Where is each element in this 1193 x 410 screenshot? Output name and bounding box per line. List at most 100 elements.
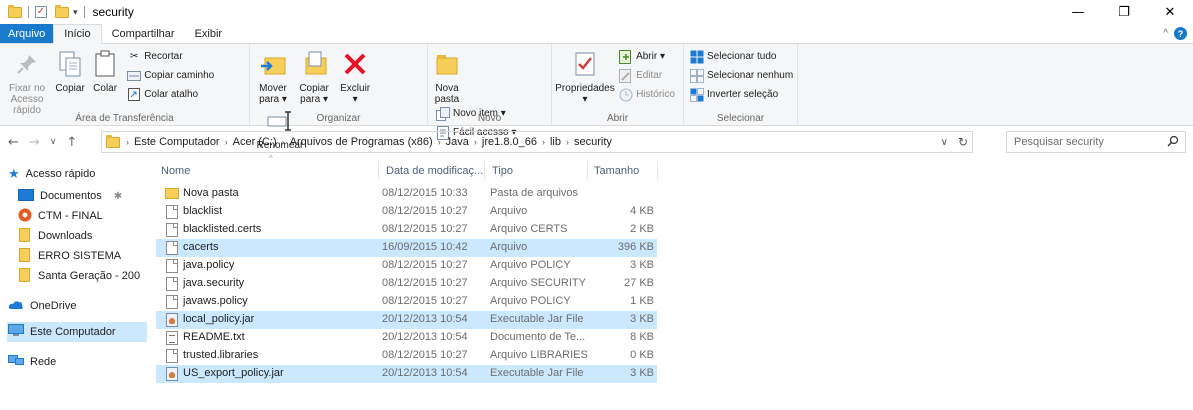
network-icon — [8, 354, 24, 370]
select-all-button[interactable]: Selecionar tudo — [690, 48, 793, 65]
scissors-icon: ✂ — [129, 51, 139, 62]
nav-item-documents[interactable]: Documentos ✱ — [18, 186, 122, 206]
breadcrumb-item[interactable]: Arquivos de Programas (x86) — [287, 136, 436, 148]
up-arrow-icon[interactable]: ↑ — [66, 135, 77, 150]
collapse-ribbon-icon[interactable]: ^ — [1163, 28, 1168, 39]
new-folder-button[interactable]: Nova pasta — [432, 48, 462, 105]
column-header-size[interactable]: Tamanho — [594, 160, 654, 182]
documents-icon — [18, 188, 34, 204]
file-icon — [166, 223, 178, 237]
breadcrumb-item[interactable]: Java — [443, 136, 472, 148]
folder-icon — [18, 227, 32, 245]
breadcrumb-item[interactable]: lib — [547, 136, 564, 148]
nav-item-onedrive[interactable]: OneDrive — [8, 296, 76, 316]
navigation-buttons: ← → ∨ ↑ — [8, 135, 77, 150]
close-button[interactable]: ✕ — [1147, 0, 1193, 24]
breadcrumb-item[interactable]: security — [571, 136, 615, 148]
navigation-pane: ★ Acesso rápido Documentos ✱ CTM - FINAL… — [0, 160, 148, 410]
open-group-label: Abrir — [606, 113, 629, 124]
invert-selection-button[interactable]: Inverter seleção — [690, 86, 793, 103]
new-folder-icon[interactable] — [55, 4, 69, 18]
table-row[interactable]: cacerts 16/09/2015 10:42 Arquivo 396 KB — [156, 239, 657, 257]
recent-locations-icon[interactable]: ∨ — [50, 137, 57, 147]
breadcrumb-item[interactable]: Acer (C:) — [230, 136, 280, 148]
select-none-button[interactable]: Selecionar nenhum — [690, 67, 793, 84]
properties-button[interactable]: Propriedades ▾ — [555, 48, 615, 105]
search-box[interactable] — [1006, 131, 1186, 153]
table-row[interactable]: blacklist 08/12/2015 10:27 Arquivo 4 KB — [156, 203, 657, 221]
table-row[interactable]: US_export_policy.jar 20/12/2013 10:54 Ex… — [156, 365, 657, 383]
select-none-icon — [690, 68, 704, 83]
breadcrumb-item[interactable]: jre1.8.0_66 — [479, 136, 540, 148]
refresh-icon[interactable]: ↻ — [958, 135, 968, 149]
open-button[interactable]: Abrir ▾ — [619, 48, 675, 65]
divider — [378, 162, 379, 180]
tab-home[interactable]: Início — [53, 24, 102, 44]
nav-item-santa-geracao[interactable]: Santa Geração - 200 — [18, 266, 148, 286]
copy-path-button[interactable]: Copiar caminho — [127, 67, 214, 84]
column-header-name[interactable]: Nome — [161, 160, 376, 182]
search-icon — [1167, 135, 1179, 150]
copy-to-button[interactable]: Copiar para ▾ — [295, 48, 333, 105]
edit-button[interactable]: Editar — [619, 67, 675, 84]
pin-quick-access-button[interactable]: Fixar no Acesso rápido — [4, 48, 50, 116]
table-row[interactable]: javaws.policy 08/12/2015 10:27 Arquivo P… — [156, 293, 657, 311]
window-controls: — ❐ ✕ — [1055, 0, 1193, 24]
address-row: ← → ∨ ↑ › Este Computador › Acer (C:) › … — [0, 131, 1193, 153]
nav-item-ctm-final[interactable]: CTM - FINAL — [18, 206, 103, 226]
text-file-icon — [166, 331, 178, 345]
help-icon[interactable]: ? — [1174, 27, 1187, 40]
file-icon — [166, 295, 178, 309]
back-arrow-icon[interactable]: ← — [8, 135, 19, 150]
customize-toolbar-icon[interactable]: ▾ — [73, 7, 78, 18]
select-small-buttons: Selecionar tudo Selecionar nenhum Invert… — [690, 48, 793, 103]
paste-button[interactable]: Colar — [90, 48, 120, 94]
file-icon — [166, 241, 178, 255]
delete-icon — [339, 48, 371, 80]
divider — [484, 162, 485, 180]
nav-item-network[interactable]: Rede — [8, 352, 56, 372]
minimize-button[interactable]: — — [1055, 0, 1101, 24]
new-group-label: Novo — [477, 113, 502, 124]
table-row[interactable]: README.txt 20/12/2013 10:54 Documento de… — [156, 329, 657, 347]
maximize-button[interactable]: ❐ — [1101, 0, 1147, 24]
divider — [83, 6, 85, 18]
nav-item-erro-sistema[interactable]: ERRO SISTEMA — [18, 246, 121, 266]
table-row[interactable]: Nova pasta 08/12/2015 10:33 Pasta de arq… — [156, 185, 657, 203]
clipboard-group-label: Área de Transferência — [75, 113, 174, 124]
tab-view[interactable]: Exibir — [185, 24, 233, 43]
address-bar[interactable]: › Este Computador › Acer (C:) › Arquivos… — [101, 131, 973, 153]
breadcrumb-item[interactable]: Este Computador — [131, 136, 223, 148]
file-icon — [166, 349, 178, 363]
table-row[interactable]: local_policy.jar 20/12/2013 10:54 Execut… — [156, 311, 657, 329]
search-input[interactable] — [1014, 136, 1164, 148]
cut-button[interactable]: ✂ Recortar — [127, 48, 214, 65]
file-icon — [166, 277, 178, 291]
column-header-type[interactable]: Tipo — [492, 160, 592, 182]
app-folder-icon — [18, 208, 32, 225]
window-title: security — [92, 5, 134, 19]
table-row[interactable]: java.security 08/12/2015 10:27 Arquivo S… — [156, 275, 657, 293]
nav-item-downloads[interactable]: Downloads — [18, 226, 92, 246]
tab-file[interactable]: Arquivo — [0, 24, 54, 43]
tab-share[interactable]: Compartilhar — [102, 24, 185, 43]
column-header-date[interactable]: Data de modificaç... — [386, 160, 490, 182]
history-button[interactable]: Histórico — [619, 86, 675, 103]
file-icon — [166, 205, 178, 219]
edit-icon — [619, 68, 633, 83]
move-to-button[interactable]: Mover para ▾ — [254, 48, 292, 105]
properties-icon[interactable]: ✓ — [35, 6, 47, 18]
address-dropdown-icon[interactable]: ∨ — [941, 137, 948, 148]
copy-button[interactable]: Copiar — [53, 48, 87, 94]
table-row[interactable]: java.policy 08/12/2015 10:27 Arquivo POL… — [156, 257, 657, 275]
folder-icon — [18, 267, 32, 285]
computer-icon — [8, 324, 24, 340]
delete-button[interactable]: Excluir ▾ — [336, 48, 374, 105]
forward-arrow-icon[interactable]: → — [29, 135, 40, 150]
table-row[interactable]: trusted.libraries 08/12/2015 10:27 Arqui… — [156, 347, 657, 365]
paste-shortcut-button[interactable]: Colar atalho — [127, 86, 214, 103]
table-row[interactable]: blacklisted.certs 08/12/2015 10:27 Arqui… — [156, 221, 657, 239]
organize-group-label: Organizar — [316, 113, 361, 124]
nav-item-this-pc[interactable]: Este Computador — [7, 322, 147, 342]
nav-item-quick-access[interactable]: ★ Acesso rápido — [8, 164, 95, 184]
